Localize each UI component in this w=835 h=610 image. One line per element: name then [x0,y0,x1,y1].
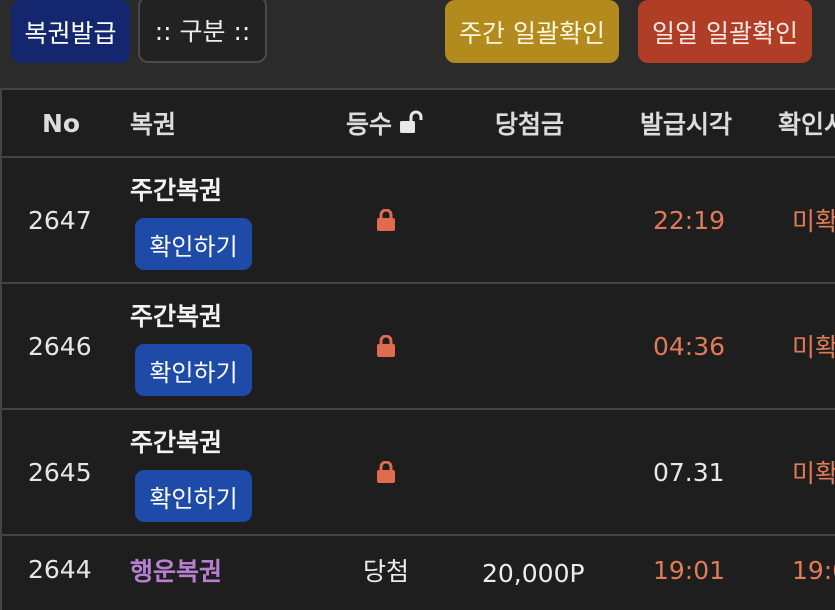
header-grade: 등수 [346,90,428,156]
unlock-icon[interactable] [398,110,428,136]
ticket-name: 주간복권 [130,176,223,205]
table-header: No 복권 등수 당첨금 발급시각 확인시 [2,90,835,158]
confirm-button[interactable]: 확인하기 [135,344,252,396]
lock-icon[interactable] [376,335,396,357]
lock-icon[interactable] [376,209,396,231]
header-ticket: 복권 [130,110,177,139]
prize-value: 20,000P [482,558,585,588]
lottery-page: 복권발급 :: 구분 :: 주간 일괄확인 일일 일괄확인 No 복권 등수 당… [0,0,835,610]
ticket-name: 행운복권 [130,557,223,586]
confirm-button[interactable]: 확인하기 [135,470,252,522]
row-no: 2646 [28,331,92,361]
issued-time: 22:19 [653,205,726,235]
table-row: 2647 주간복권 확인하기 22:19 미확 [2,158,835,284]
header-checked-at: 확인시 [778,110,835,139]
check-status: 미확 [792,207,835,236]
header-grade-label: 등수 [346,110,393,139]
row-no: 2647 [28,205,92,235]
issued-time: 19:01 [653,555,726,585]
header-issued-at: 발급시각 [640,110,733,139]
issue-ticket-button[interactable]: 복권발급 [11,0,130,63]
check-status: 미확 [792,333,835,362]
lock-icon[interactable] [376,461,396,483]
grade-value: 당첨 [362,557,409,586]
table-row: 2645 주간복권 확인하기 07.31 미확 [2,410,835,536]
table-row: 2646 주간복권 확인하기 04:36 미확 [2,284,835,410]
issued-time: 07.31 [653,457,725,487]
check-status: 미확 [792,459,835,488]
daily-batch-check-button[interactable]: 일일 일괄확인 [638,0,812,63]
ticket-name: 주간복권 [130,302,223,331]
issued-time: 04:36 [653,331,726,361]
weekly-batch-check-button[interactable]: 주간 일괄확인 [445,0,619,63]
row-no: 2645 [28,457,92,487]
ticket-table: No 복권 등수 당첨금 발급시각 확인시 2647 주간복권 확인하기 22:… [0,88,835,610]
category-select-button[interactable]: :: 구분 :: [138,0,267,63]
header-no: No [42,108,81,138]
confirm-button[interactable]: 확인하기 [135,218,252,270]
table-row: 2644 행운복권 당첨 20,000P 19:01 19:0 [2,536,835,608]
checked-time: 19:0 [792,555,835,585]
row-no: 2644 [28,554,92,584]
header-prize: 당첨금 [495,110,565,139]
ticket-name: 주간복권 [130,428,223,457]
